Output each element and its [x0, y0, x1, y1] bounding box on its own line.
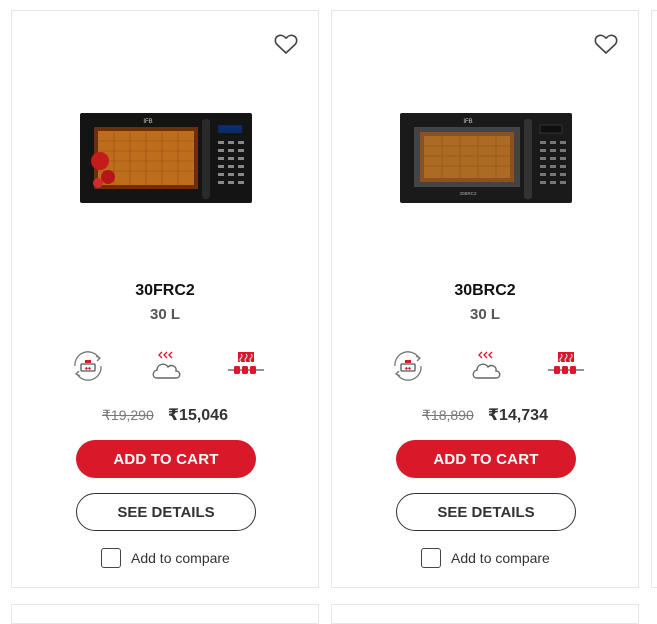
rotisserie-icon: ◆◆	[388, 347, 428, 385]
rotisserie-icon: ◆◆	[68, 347, 108, 385]
product-card-partial	[11, 604, 319, 624]
compare-checkbox[interactable]	[101, 548, 121, 568]
add-to-compare[interactable]: Add to compare	[421, 547, 550, 569]
steam-clean-icon	[467, 347, 507, 385]
wishlist-heart-icon[interactable]	[274, 33, 298, 57]
product-card-partial	[651, 10, 657, 588]
add-to-compare[interactable]: Add to compare	[101, 547, 230, 569]
svg-text:◆◆: ◆◆	[405, 366, 412, 371]
add-to-cart-button[interactable]: ADD TO CART	[76, 440, 256, 478]
svg-text:◆◆: ◆◆	[85, 366, 92, 371]
product-image-model: 30BRC2	[459, 191, 477, 196]
see-details-button[interactable]: SEE DETAILS	[396, 493, 576, 531]
grill-skewer-icon	[226, 347, 266, 385]
price-block: ₹18,890 ₹14,734	[332, 405, 638, 425]
product-capacity: 30 L	[149, 306, 180, 323]
compare-label[interactable]: Add to compare	[451, 550, 550, 566]
product-model[interactable]: 30BRC2	[332, 282, 638, 300]
see-details-button[interactable]: SEE DETAILS	[76, 493, 256, 531]
feature-icons: ◆◆	[68, 347, 266, 385]
compare-label[interactable]: Add to compare	[131, 550, 230, 566]
steam-clean-icon	[147, 347, 187, 385]
offer-price: ₹15,046	[167, 407, 228, 424]
grill-skewer-icon	[546, 347, 586, 385]
mrp-price: ₹19,290	[102, 407, 154, 423]
product-card: IFB 30BRC2 30BRC2 30 L ◆◆ ₹18,890 ₹14,73…	[331, 10, 639, 588]
product-image-brand: IFB	[143, 119, 152, 125]
add-to-cart-button[interactable]: ADD TO CART	[396, 440, 576, 478]
product-card: IFB 30FRC2 30 L ◆◆ ₹19,290 ₹15,046 ADD T…	[11, 10, 319, 588]
product-card-partial	[331, 604, 639, 624]
price-block: ₹19,290 ₹15,046	[12, 405, 318, 425]
product-model[interactable]: 30FRC2	[12, 282, 318, 300]
offer-price: ₹14,734	[487, 407, 548, 424]
feature-icons: ◆◆	[388, 347, 586, 385]
compare-checkbox[interactable]	[421, 548, 441, 568]
product-image[interactable]: IFB	[78, 111, 254, 207]
wishlist-heart-icon[interactable]	[594, 33, 618, 57]
product-image[interactable]: IFB 30BRC2	[398, 111, 574, 207]
product-image-brand: IFB	[463, 119, 472, 125]
mrp-price: ₹18,890	[422, 407, 474, 423]
product-capacity: 30 L	[469, 306, 500, 323]
